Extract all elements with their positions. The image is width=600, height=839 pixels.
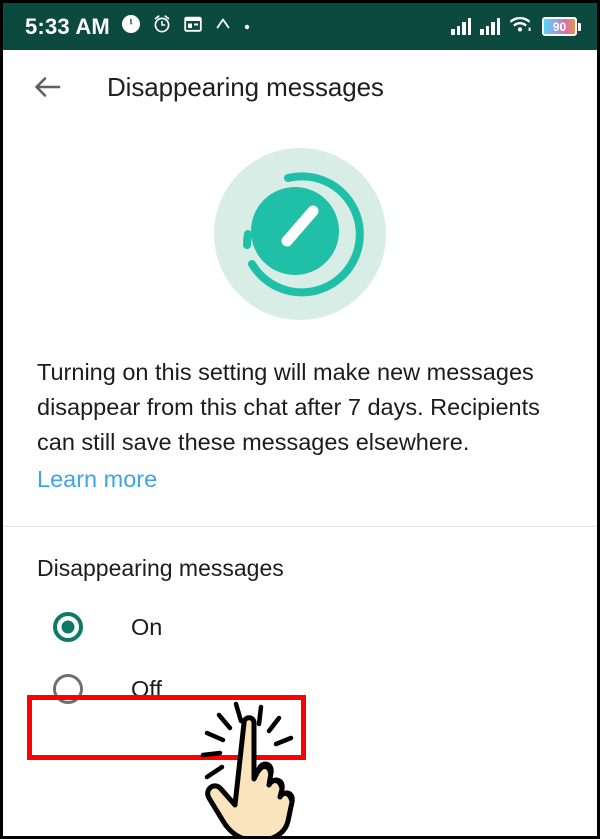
- status-bar-right: 90: [451, 15, 581, 38]
- disappearing-timer-icon: [212, 146, 388, 327]
- radio-button-off[interactable]: [53, 674, 83, 704]
- description-block: Turning on this setting will make new me…: [3, 339, 597, 497]
- status-bar-left: 5:33 AM: [25, 14, 251, 40]
- description-text: Turning on this setting will make new me…: [37, 359, 540, 455]
- clock-filled-icon: [121, 14, 141, 39]
- back-arrow-icon[interactable]: [31, 70, 65, 104]
- dot-icon: [243, 18, 251, 36]
- signal-bars-icon: [480, 18, 500, 35]
- status-bar-clock: 5:33 AM: [25, 13, 110, 39]
- alarm-icon: [152, 14, 172, 39]
- battery-icon: 90: [542, 17, 581, 36]
- app-bar: Disappearing messages: [3, 50, 597, 124]
- hero-illustration: [3, 124, 597, 339]
- status-bar: 5:33 AM 90: [3, 3, 597, 50]
- wifi-icon: [509, 15, 533, 38]
- learn-more-link[interactable]: Learn more: [37, 462, 157, 497]
- signal-bars-icon: [451, 18, 471, 35]
- calendar-icon: [183, 14, 203, 39]
- chevron-up-icon: [214, 15, 232, 38]
- option-row-on[interactable]: On: [3, 596, 597, 658]
- phone-screen: 5:33 AM 90 Disappearing messages Turning…: [0, 0, 600, 839]
- radio-button-on[interactable]: [53, 612, 83, 642]
- battery-level-label: 90: [552, 19, 567, 34]
- options-section-label: Disappearing messages: [37, 555, 284, 581]
- option-label-off: Off: [131, 675, 162, 702]
- page-title: Disappearing messages: [107, 71, 384, 102]
- option-row-off[interactable]: Off: [3, 658, 597, 720]
- option-label-on: On: [131, 613, 163, 640]
